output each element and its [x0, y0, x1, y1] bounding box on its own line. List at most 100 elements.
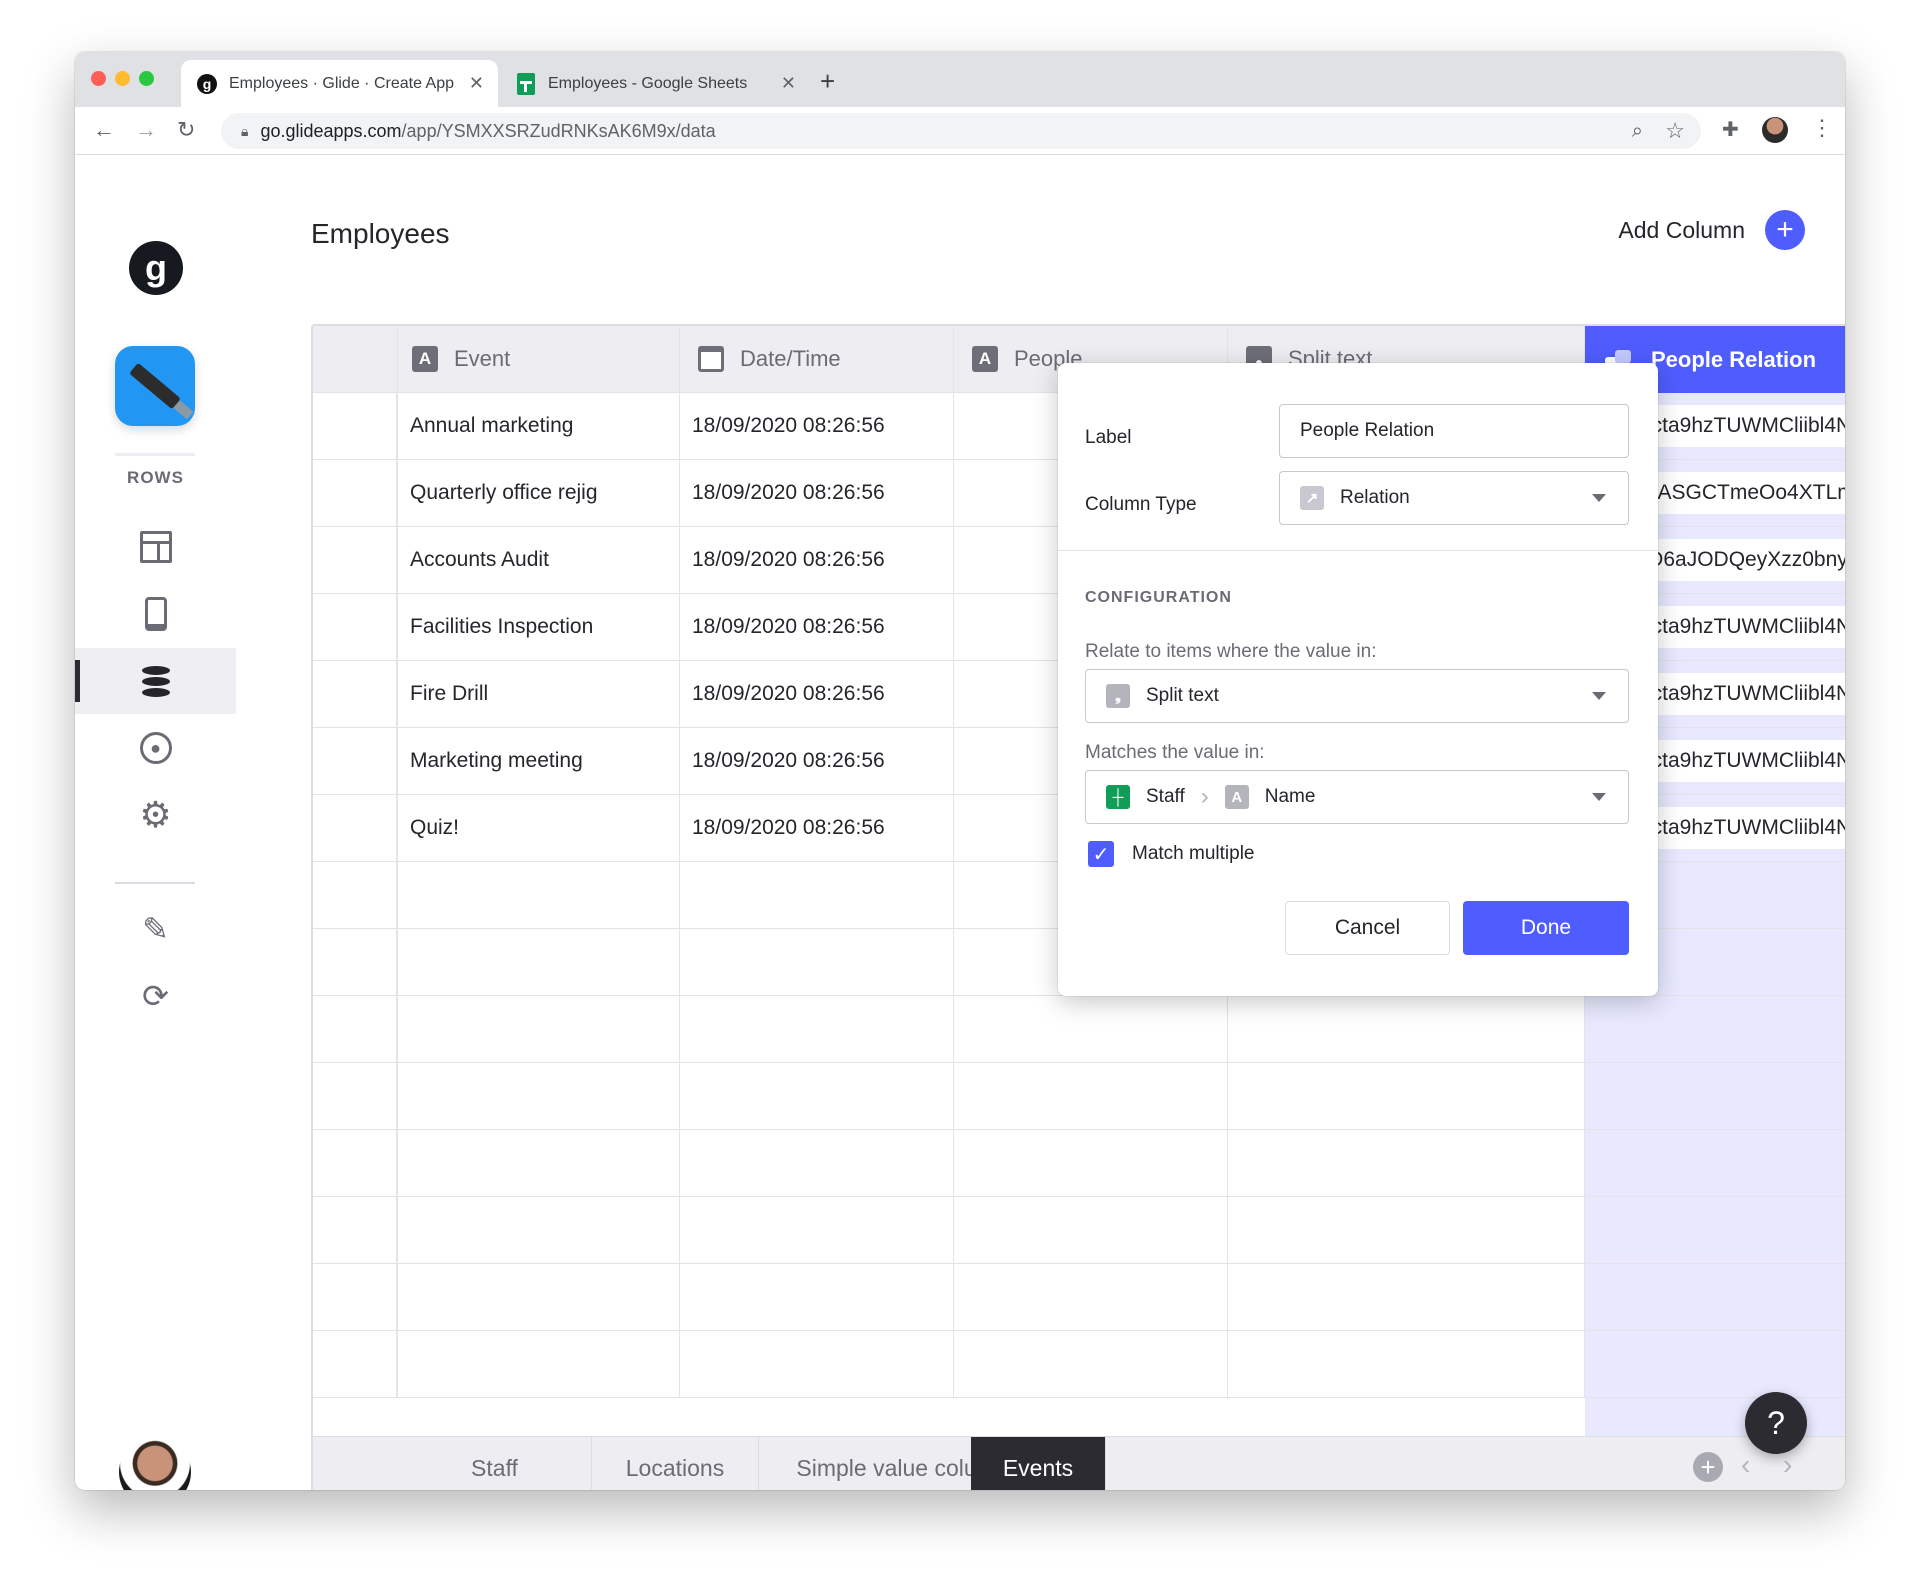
datetime-cell[interactable] [680, 862, 954, 928]
event-cell[interactable] [398, 1063, 680, 1129]
add-column-button[interactable]: Add Column + [1618, 210, 1805, 250]
event-cell[interactable]: Accounts Audit [398, 527, 680, 593]
event-cell[interactable]: Marketing meeting [398, 728, 680, 794]
row-number-cell[interactable] [313, 393, 398, 459]
sidebar-item-users[interactable]: ● [75, 715, 236, 781]
empty-row[interactable] [313, 1130, 1845, 1197]
sheet-tab-staff[interactable]: Staff [398, 1437, 592, 1490]
new-tab-button[interactable]: + [820, 66, 835, 97]
datetime-cell[interactable]: 18/09/2020 08:26:56 [680, 527, 954, 593]
sheet-tab-events[interactable]: Events [971, 1437, 1106, 1490]
row-number-cell[interactable] [313, 1130, 398, 1196]
help-button[interactable]: ? [1745, 1392, 1807, 1454]
extensions-icon[interactable]: ✚ [1722, 117, 1739, 142]
split-text-cell[interactable] [1228, 996, 1585, 1062]
empty-row[interactable] [313, 1063, 1845, 1130]
minimize-window-button[interactable] [115, 71, 130, 86]
event-cell[interactable] [398, 1130, 680, 1196]
people-cell[interactable] [954, 1264, 1228, 1330]
url-input[interactable]: 🔒︎ go.glideapps.com/app/YSMXXSRZudRNKsAK… [221, 113, 1701, 149]
row-number-cell[interactable] [313, 594, 398, 660]
datetime-cell[interactable] [680, 1264, 954, 1330]
event-cell[interactable] [398, 929, 680, 995]
close-tab-icon[interactable]: ✕ [781, 73, 796, 94]
datetime-cell[interactable] [680, 1130, 954, 1196]
maximize-window-button[interactable] [139, 71, 154, 86]
people-cell[interactable] [954, 996, 1228, 1062]
event-cell[interactable]: Annual marketing [398, 393, 680, 459]
row-number-cell[interactable] [313, 862, 398, 928]
glide-logo[interactable]: g [129, 241, 183, 295]
datetime-cell[interactable]: 18/09/2020 08:26:56 [680, 661, 954, 727]
row-number-cell[interactable] [313, 527, 398, 593]
datetime-cell[interactable]: 18/09/2020 08:26:56 [680, 728, 954, 794]
star-icon[interactable]: ☆ [1665, 118, 1685, 144]
user-avatar[interactable] [119, 1436, 191, 1490]
cancel-button[interactable]: Cancel [1285, 901, 1450, 955]
split-text-cell[interactable] [1228, 1331, 1585, 1397]
row-number-cell[interactable] [313, 661, 398, 727]
datetime-cell[interactable] [680, 929, 954, 995]
menu-icon[interactable]: ⋮ [1811, 115, 1833, 141]
event-cell[interactable] [398, 1197, 680, 1263]
event-cell[interactable] [398, 862, 680, 928]
event-cell[interactable]: Fire Drill [398, 661, 680, 727]
reload-icon[interactable]: ↻ [177, 117, 195, 143]
sidebar-item-settings[interactable]: ⚙ [75, 782, 236, 848]
done-button[interactable]: Done [1463, 901, 1629, 955]
datetime-cell[interactable]: 18/09/2020 08:26:56 [680, 795, 954, 861]
column-header-datetime[interactable]: Date/Time [680, 326, 954, 392]
column-type-select[interactable]: ↗ Relation [1279, 471, 1629, 525]
datetime-cell[interactable]: 18/09/2020 08:26:56 [680, 393, 954, 459]
people-cell[interactable] [954, 1063, 1228, 1129]
sheet-tab-locations[interactable]: Locations [592, 1437, 759, 1490]
scroll-left-icon[interactable]: ‹ [1741, 1449, 1750, 1481]
label-input[interactable]: People Relation [1279, 404, 1629, 458]
app-icon[interactable] [115, 346, 195, 426]
event-cell[interactable]: Quarterly office rejig [398, 460, 680, 526]
row-number-cell[interactable] [313, 460, 398, 526]
people-cell[interactable] [954, 1197, 1228, 1263]
scroll-right-icon[interactable]: › [1783, 1449, 1792, 1481]
people-cell[interactable] [954, 1331, 1228, 1397]
browser-tab-glide[interactable]: g Employees · Glide · Create App ✕ [181, 60, 498, 107]
split-text-cell[interactable] [1228, 1130, 1585, 1196]
row-number-cell[interactable] [313, 795, 398, 861]
column-header-event[interactable]: A Event [398, 326, 680, 392]
add-sheet-icon[interactable]: + [1693, 1452, 1723, 1482]
sidebar-item-sync[interactable]: ⟳ [75, 963, 236, 1029]
event-cell[interactable] [398, 1264, 680, 1330]
row-number-cell[interactable] [313, 1331, 398, 1397]
row-number-cell[interactable] [313, 1063, 398, 1129]
split-text-cell[interactable] [1228, 1264, 1585, 1330]
split-text-cell[interactable] [1228, 1063, 1585, 1129]
empty-row[interactable] [313, 1331, 1845, 1398]
profile-avatar[interactable] [1762, 117, 1788, 143]
sidebar-item-layout[interactable] [75, 514, 236, 580]
sidebar-item-data[interactable] [75, 648, 236, 714]
empty-row[interactable] [313, 1264, 1845, 1331]
sidebar-item-edit[interactable]: ✎ [75, 896, 236, 962]
row-number-cell[interactable] [313, 929, 398, 995]
sidebar-item-phone[interactable] [75, 581, 236, 647]
close-tab-icon[interactable]: ✕ [469, 73, 484, 94]
row-number-cell[interactable] [313, 728, 398, 794]
browser-tab-sheets[interactable]: Employees - Google Sheets ✕ [500, 60, 810, 107]
datetime-cell[interactable] [680, 1331, 954, 1397]
datetime-cell[interactable] [680, 1063, 954, 1129]
forward-icon[interactable]: → [135, 117, 157, 143]
empty-row[interactable] [313, 996, 1845, 1063]
datetime-cell[interactable] [680, 1197, 954, 1263]
event-cell[interactable]: Facilities Inspection [398, 594, 680, 660]
split-text-cell[interactable] [1228, 1197, 1585, 1263]
event-cell[interactable] [398, 1331, 680, 1397]
event-cell[interactable] [398, 996, 680, 1062]
event-cell[interactable]: Quiz! [398, 795, 680, 861]
row-number-cell[interactable] [313, 1264, 398, 1330]
datetime-cell[interactable]: 18/09/2020 08:26:56 [680, 594, 954, 660]
row-number-cell[interactable] [313, 1197, 398, 1263]
match-multiple-checkbox[interactable]: ✓ [1088, 841, 1114, 867]
datetime-cell[interactable] [680, 996, 954, 1062]
close-window-button[interactable] [91, 71, 106, 86]
datetime-cell[interactable]: 18/09/2020 08:26:56 [680, 460, 954, 526]
